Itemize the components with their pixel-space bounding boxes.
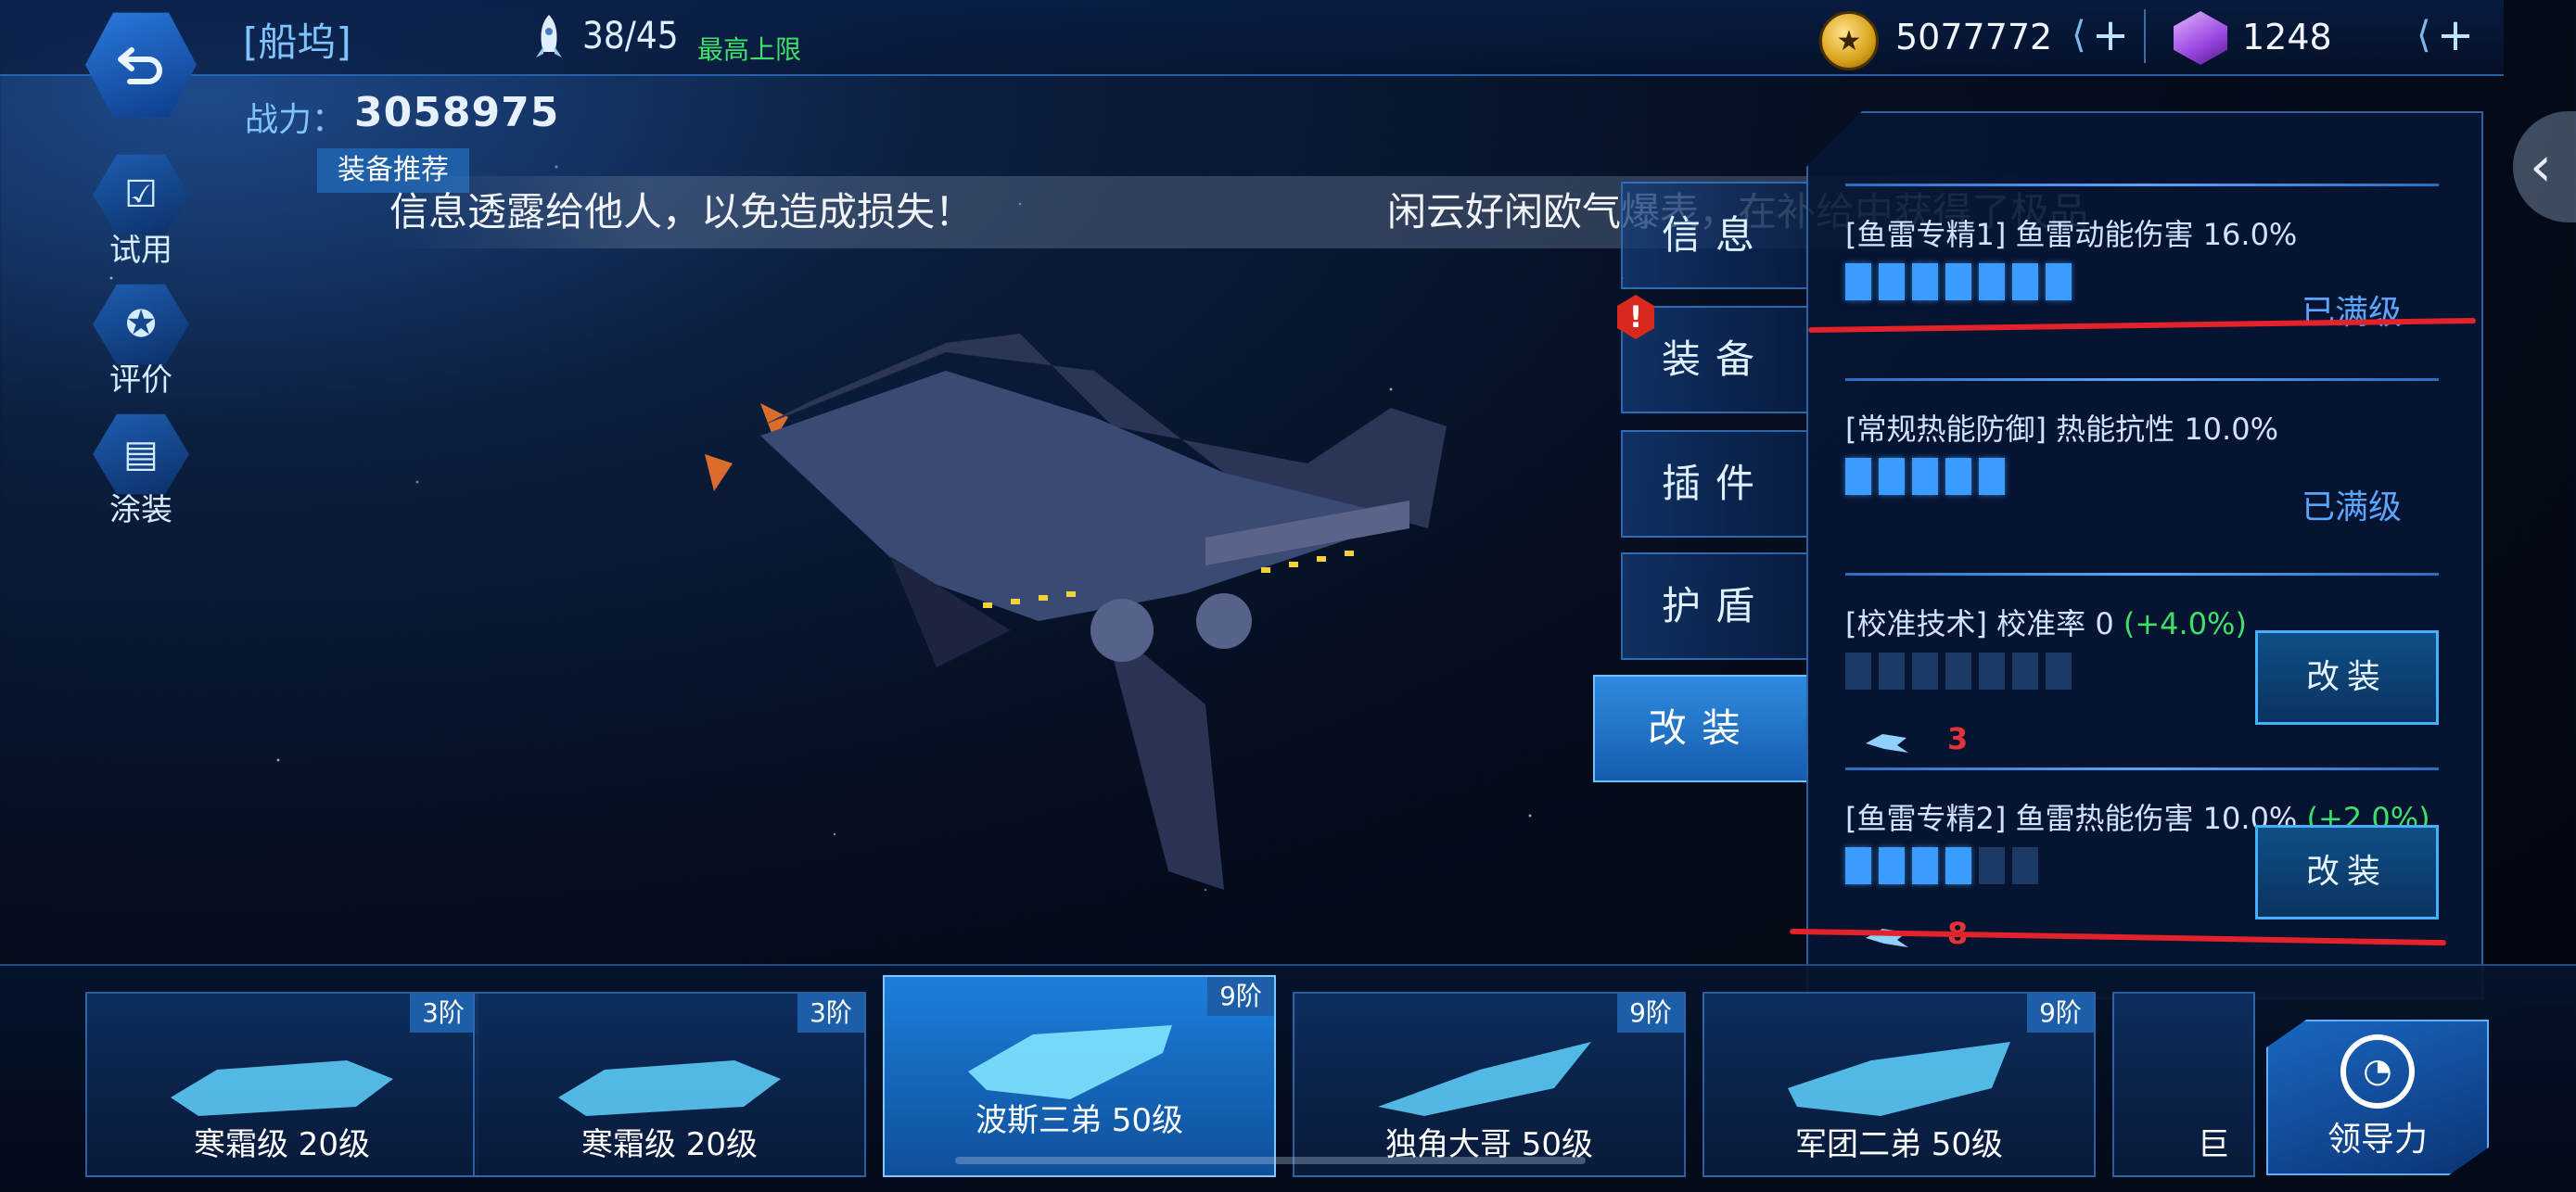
level-pip (1945, 458, 1971, 495)
level-pip (1912, 653, 1938, 690)
level-pip (2012, 263, 2038, 300)
mod-level-pips (1845, 653, 2072, 690)
divider (2144, 9, 2146, 63)
ship-name: 军团二弟 50级 (1794, 1126, 2004, 1163)
tab-shield[interactable]: 护盾 (1621, 552, 1808, 660)
ship-card[interactable]: 9阶 军团二弟 50级 (1702, 992, 2096, 1177)
ship-card[interactable]: 3阶 寒霜级 20级 (85, 992, 478, 1177)
level-pip (1945, 653, 1971, 690)
level-pip (1845, 653, 1871, 690)
ship-material-icon (1866, 929, 1908, 947)
level-pip (1845, 847, 1871, 884)
level-pip (1845, 458, 1871, 495)
level-pip (2012, 653, 2038, 690)
level-pip (1945, 263, 1971, 300)
level-pip (1912, 847, 1938, 884)
tab-refit[interactable]: 改装 (1593, 675, 1808, 782)
mod-level-pips (1845, 458, 2005, 495)
tier-badge: 9阶 (1617, 994, 1684, 1033)
gem-value: 1248 (2242, 17, 2332, 57)
level-pip (2046, 263, 2072, 300)
maxed-label: 已满级 (2301, 294, 2402, 332)
leadership-label: 领导力 (2327, 1121, 2428, 1159)
add-gems-button[interactable]: + (2417, 7, 2491, 63)
level-pip (2046, 653, 2072, 690)
mod-title: [校准技术] 校准率 0 (+4.0%) (1845, 606, 2247, 641)
level-pip (1845, 263, 1871, 300)
tier-badge: 9阶 (1207, 977, 1274, 1016)
level-pip (1979, 263, 2005, 300)
ship-card[interactable]: 巨 (2112, 992, 2255, 1177)
level-pip (1879, 847, 1905, 884)
ship-count: 38/45 (582, 15, 679, 57)
level-pip (1879, 263, 1905, 300)
paint-button[interactable]: ▤ 涂装 (85, 412, 197, 529)
back-arrow-icon (118, 47, 162, 84)
leadership-button[interactable]: ◔ 领导力 (2266, 1020, 2489, 1175)
ship-name: 寒霜级 20级 (193, 1126, 371, 1163)
power-value: 3058975 (354, 89, 560, 136)
maxed-label: 已满级 (2301, 488, 2402, 526)
collapse-panel-icon[interactable]: ‹ (2513, 111, 2576, 222)
ship-name: 寒霜级 20级 (580, 1126, 759, 1163)
tab-plugins[interactable]: 插件 (1621, 430, 1808, 538)
divider (1845, 184, 2439, 186)
level-pip (1912, 458, 1938, 495)
tab-info[interactable]: 信息 (1621, 182, 1808, 289)
ship-card-selected[interactable]: 9阶 波斯三弟 50级 (883, 975, 1276, 1177)
level-pip (1945, 847, 1971, 884)
ship-name: 波斯三弟 50级 (975, 1102, 1184, 1139)
mod-title: [常规热能防御] 热能抗性 10.0% (1845, 412, 2278, 447)
level-pip (2012, 847, 2038, 884)
ship-model[interactable] (705, 315, 1465, 908)
gauge-icon: ◔ (2340, 1034, 2415, 1109)
ship-material-icon (1866, 734, 1908, 753)
rocket-icon (536, 15, 562, 57)
level-pip (1979, 653, 2005, 690)
trial-button[interactable]: ☑ 试用 (85, 152, 197, 270)
ship-card[interactable]: 3阶 寒霜级 20级 (473, 992, 866, 1177)
ship-list-scrollbar[interactable] (955, 1157, 1586, 1164)
tier-badge: 3阶 (410, 994, 477, 1033)
level-pip (1979, 847, 2005, 884)
mod-title: [鱼雷专精1] 鱼雷动能伤害 16.0% (1845, 217, 2298, 252)
material-count: 3 (1947, 721, 1969, 756)
page-title: [船坞] (243, 19, 351, 65)
add-coins-button[interactable]: + (2072, 7, 2146, 63)
coin-value: 5077772 (1895, 17, 2053, 57)
level-pip (1979, 458, 2005, 495)
ship-card[interactable]: 9阶 独角大哥 50级 (1293, 992, 1686, 1177)
coin-icon: ★ (1819, 11, 1879, 70)
refit-button[interactable]: 改装 (2255, 630, 2439, 725)
mod-level-pips (1845, 847, 2038, 884)
power-label: 战力： (245, 101, 346, 139)
tier-badge: 3阶 (797, 994, 864, 1033)
level-pip (1912, 263, 1938, 300)
divider (1845, 573, 2439, 576)
tier-badge: 9阶 (2027, 994, 2094, 1033)
mod-level-pips (1845, 263, 2072, 300)
ship-limit-label: 最高上限 (697, 34, 802, 65)
marquee-text-1: 信息透露给他人，以免造成损失！ (389, 189, 975, 235)
divider (1845, 378, 2439, 381)
refit-panel: [鱼雷专精1] 鱼雷动能伤害 16.0% 已满级 [常规热能防御] 热能抗性 1… (1806, 111, 2483, 999)
refit-button[interactable]: 改装 (2255, 825, 2439, 919)
level-pip (1879, 458, 1905, 495)
level-pip (1879, 653, 1905, 690)
divider (1845, 767, 2439, 770)
review-button[interactable]: ✪ 评价 (85, 282, 197, 399)
